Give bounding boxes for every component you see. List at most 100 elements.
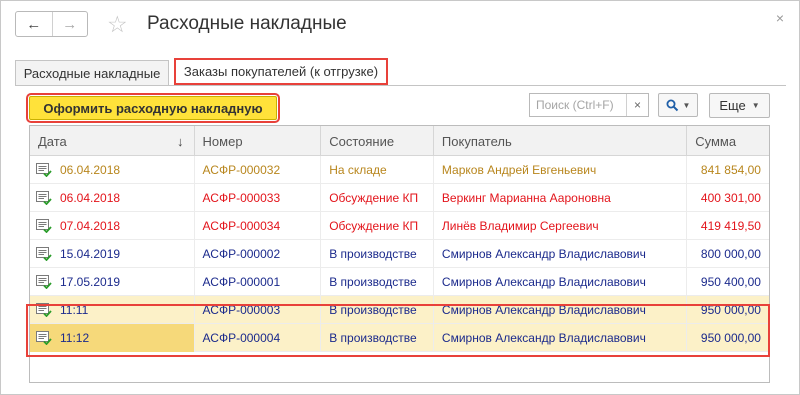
cell-sum: 400 301,00 <box>687 184 769 212</box>
cell-status-text: В производстве <box>329 302 417 317</box>
cell-status: Обсуждение КП <box>321 211 434 240</box>
cell-number: АСФР-000033 <box>195 183 322 212</box>
window: ← → ☆ Расходные накладные × Расходные на… <box>0 0 800 395</box>
chevron-down-icon: ▼ <box>751 101 760 110</box>
cell-number: АСФР-000003 <box>195 295 322 324</box>
document-icon <box>36 246 52 261</box>
forward-button[interactable]: → <box>51 12 88 36</box>
close-icon[interactable]: × <box>776 10 784 26</box>
cell-date-text: 06.04.2018 <box>60 162 121 177</box>
column-header-status[interactable]: Состояние <box>321 126 434 156</box>
cell-customer: Веркинг Марианна Аароновна <box>434 183 688 212</box>
cell-number: АСФР-000002 <box>195 239 322 268</box>
cell-date: 11:11 <box>30 295 195 324</box>
close-icon: × <box>633 98 641 112</box>
cell-number-text: АСФР-000001 <box>202 274 281 289</box>
cell-sum: 950 000,00 <box>687 324 769 352</box>
table-row[interactable]: 07.04.2018 АСФР-000034 Обсуждение КП Линёв … <box>30 211 769 240</box>
cell-customer-text: Смирнов Александр Владиславович <box>441 330 646 345</box>
cell-number: АСФР-000034 <box>195 211 322 240</box>
cell-customer-text: Смирнов Александр Владиславович <box>441 302 646 317</box>
cell-customer: Смирнов Александр Владиславович <box>434 267 688 296</box>
cell-customer: Смирнов Александр Владиславович <box>434 295 688 324</box>
column-header-label: Номер <box>202 133 243 149</box>
document-icon <box>36 218 52 233</box>
document-icon <box>36 302 52 317</box>
cell-status: В производстве <box>321 323 434 352</box>
cell-date-text: 11:11 <box>60 302 89 317</box>
document-icon <box>36 190 52 205</box>
cell-customer: Линёв Владимир Сергеевич <box>434 211 688 240</box>
cell-number: АСФР-000001 <box>195 267 322 296</box>
arrow-right-icon: → <box>62 15 78 33</box>
cell-sum-text: 400 301,00 <box>700 190 761 205</box>
document-icon <box>36 330 52 345</box>
tabs-divider <box>15 85 786 86</box>
back-button[interactable]: ← <box>16 12 52 36</box>
cell-sum-text: 950 400,00 <box>700 274 761 289</box>
tab-label: Расходные накладные <box>23 66 161 81</box>
table-row[interactable]: 06.04.2018 АСФР-000032 На складе Марков Анд… <box>30 155 769 184</box>
search-button[interactable]: ▼ <box>658 93 698 117</box>
cell-sum-text: 841 854,00 <box>700 162 761 177</box>
page-title: Расходные накладные <box>147 13 347 34</box>
cell-customer-text: Смирнов Александр Владиславович <box>441 246 646 261</box>
table-header: Дата ↓ Номер Состояние Покупатель Сумма <box>30 126 769 156</box>
more-button[interactable]: Еще ▼ <box>709 93 770 118</box>
cell-sum-text: 800 000,00 <box>700 246 761 261</box>
cell-sum: 841 854,00 <box>687 156 769 184</box>
more-label: Еще <box>719 98 746 113</box>
cell-date: 06.04.2018 <box>30 155 195 184</box>
cell-number: АСФР-000032 <box>195 155 322 184</box>
cell-status-text: Обсуждение КП <box>329 190 419 205</box>
column-header-label: Состояние <box>329 133 395 149</box>
chevron-down-icon: ▼ <box>682 100 691 110</box>
favorite-star-icon[interactable]: ☆ <box>107 11 128 37</box>
cell-sum-text: 950 000,00 <box>700 330 761 345</box>
table-row[interactable]: 11:12 АСФР-000004 В производстве Смирнов Ал… <box>30 323 769 352</box>
table-row[interactable]: 06.04.2018 АСФР-000033 Обсуждение КП Веркин… <box>30 183 769 212</box>
cell-customer: Марков Андрей Евгеньевич <box>434 155 688 184</box>
table-row[interactable]: 15.04.2019 АСФР-000002 В производстве Смирн… <box>30 239 769 268</box>
cell-status: В производстве <box>321 239 434 268</box>
cell-number-text: АСФР-000004 <box>202 330 281 345</box>
tab-invoices[interactable]: Расходные накладные <box>15 60 169 86</box>
cell-date: 11:12 <box>30 323 195 352</box>
arrow-left-icon: ← <box>26 15 42 33</box>
orders-table: Дата ↓ Номер Состояние Покупатель Сумма … <box>29 125 770 383</box>
cell-customer-text: Веркинг Марианна Аароновна <box>441 190 611 205</box>
search-box: × <box>529 93 649 117</box>
cell-number-text: АСФР-000033 <box>202 190 281 205</box>
column-header-label: Покупатель <box>441 133 512 149</box>
cell-status-text: В производстве <box>329 330 417 345</box>
column-header-date[interactable]: Дата ↓ <box>30 126 195 156</box>
cell-number-text: АСФР-000002 <box>202 246 281 261</box>
cell-number: АСФР-000004 <box>195 323 322 352</box>
cell-status-text: В производстве <box>329 246 417 261</box>
search-input[interactable] <box>530 95 626 115</box>
cell-sum-text: 419 419,50 <box>700 218 761 233</box>
cell-status: Обсуждение КП <box>321 183 434 212</box>
tab-customer-orders[interactable]: Заказы покупателей (к отгрузке) <box>174 58 388 85</box>
cell-date-text: 17.05.2019 <box>60 274 121 289</box>
table-row[interactable]: 17.05.2019 АСФР-000001 В производстве Смирн… <box>30 267 769 296</box>
sort-arrow-icon: ↓ <box>177 133 184 149</box>
column-header-label: Сумма <box>695 133 737 149</box>
document-icon <box>36 274 52 289</box>
table-row[interactable]: 11:11 АСФР-000003 В производстве Смирнов Ал… <box>30 295 769 324</box>
cell-customer-text: Линёв Владимир Сергеевич <box>441 218 599 233</box>
cell-date: 15.04.2019 <box>30 239 195 268</box>
navigation-group: ← → <box>15 11 88 37</box>
column-header-sum[interactable]: Сумма <box>687 126 769 156</box>
cell-number-text: АСФР-000032 <box>202 162 281 177</box>
column-header-customer[interactable]: Покупатель <box>434 126 688 156</box>
cell-sum: 950 000,00 <box>687 296 769 324</box>
table-body: 06.04.2018 АСФР-000032 На складе Марков Анд… <box>30 155 769 352</box>
column-header-label: Дата <box>38 133 67 149</box>
create-invoice-button[interactable]: Оформить расходную накладную <box>26 93 280 123</box>
search-clear-button[interactable]: × <box>626 94 648 116</box>
cell-date-text: 06.04.2018 <box>60 190 121 205</box>
tab-label: Заказы покупателей (к отгрузке) <box>183 64 379 79</box>
cell-date-text: 15.04.2019 <box>60 246 121 261</box>
column-header-number[interactable]: Номер <box>195 126 322 156</box>
